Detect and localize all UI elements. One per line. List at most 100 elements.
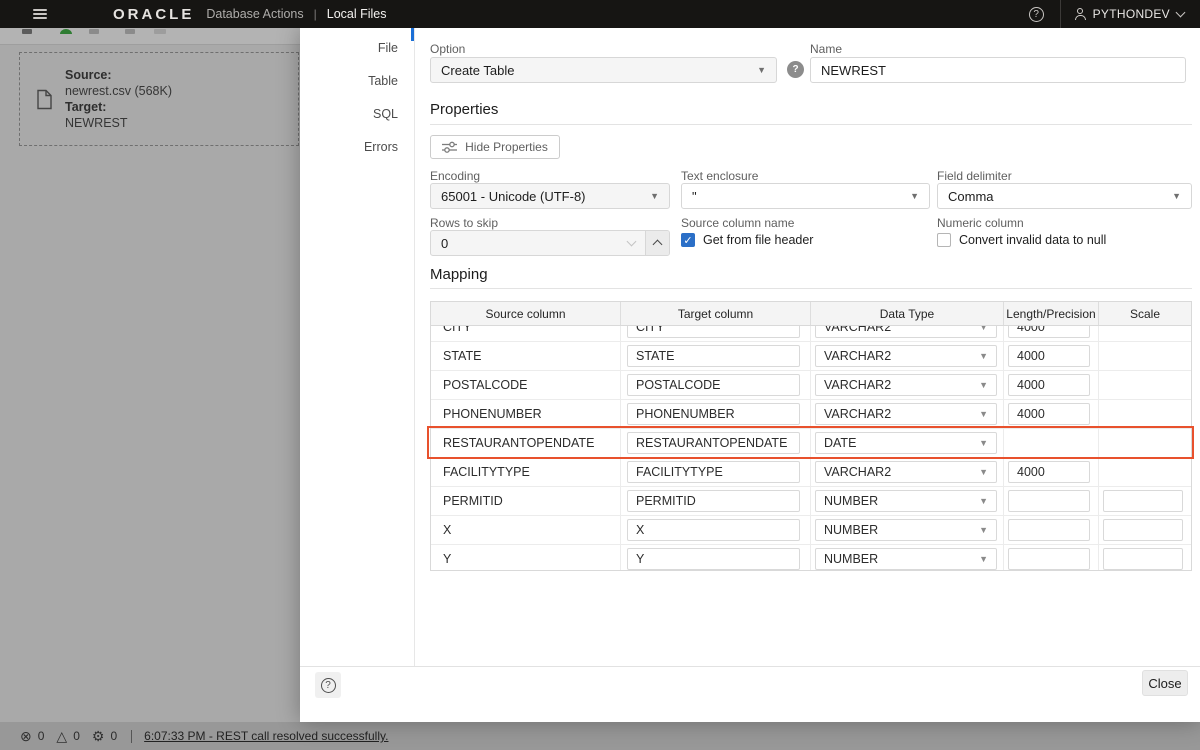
target-column-input[interactable]: PHONENUMBER [627, 403, 800, 425]
field-delimiter-value: Comma [948, 189, 994, 204]
length-precision-input[interactable]: 4000 [1008, 345, 1090, 367]
length-precision-input[interactable]: 4000 [1008, 326, 1090, 338]
scale-input[interactable] [1103, 548, 1183, 570]
data-type-select[interactable]: VARCHAR2 ▼ [815, 403, 997, 425]
dropdown-caret-icon: ▼ [979, 496, 988, 506]
convert-invalid-data-checkbox[interactable] [937, 233, 951, 247]
convert-invalid-data-label: Convert invalid data to null [959, 233, 1106, 247]
target-column-input[interactable]: RESTAURANTOPENDATE [627, 432, 800, 454]
chevron-down-icon [1176, 7, 1186, 17]
encoding-label: Encoding [430, 169, 480, 183]
length-precision-input[interactable] [1008, 519, 1090, 541]
target-column-input[interactable]: STATE [627, 345, 800, 367]
mapping-heading: Mapping [430, 266, 488, 283]
dropdown-caret-icon: ▼ [979, 525, 988, 535]
table-row: POSTALCODE POSTALCODE VARCHAR2 ▼ 4000 [431, 371, 1191, 400]
data-type-select[interactable]: VARCHAR2 ▼ [815, 326, 997, 338]
source-column-cell: CITY [431, 326, 471, 334]
get-from-file-header-checkbox[interactable]: ✓ [681, 233, 695, 247]
data-type-value: VARCHAR2 [824, 349, 891, 363]
encoding-select[interactable]: 65001 - Unicode (UTF-8) ▼ [430, 183, 670, 209]
field-delimiter-label: Field delimiter [937, 169, 1012, 183]
dropdown-caret-icon: ▼ [757, 65, 766, 75]
scale-input[interactable] [1103, 519, 1183, 541]
stepper-up-button[interactable] [645, 231, 669, 255]
target-column-input[interactable]: PERMITID [627, 490, 800, 512]
hamburger-menu-icon[interactable] [33, 9, 47, 19]
close-button[interactable]: Close [1142, 670, 1188, 696]
help-icon[interactable]: ? [1029, 7, 1044, 22]
errors-count-icon[interactable]: ⊗ [20, 729, 32, 743]
table-name-input[interactable]: NEWREST [810, 57, 1186, 83]
user-menu[interactable]: PYTHONDEV [1061, 7, 1200, 21]
header-scale: Scale [1099, 302, 1191, 325]
data-type-select[interactable]: VARCHAR2 ▼ [815, 374, 997, 396]
table-row: PERMITID PERMITID NUMBER ▼ [431, 487, 1191, 516]
warnings-count: 0 [73, 729, 80, 743]
toolbar-icon-remnant [60, 29, 72, 34]
length-precision-input[interactable]: 4000 [1008, 374, 1090, 396]
text-enclosure-select[interactable]: " ▼ [681, 183, 930, 209]
data-type-value: NUMBER [824, 523, 878, 537]
option-label: Option [430, 42, 465, 56]
tab-sql[interactable]: SQL [300, 106, 398, 139]
tab-file[interactable]: File [300, 40, 398, 73]
statusbar-message-link[interactable]: 6:07:33 PM - REST call resolved successf… [144, 729, 388, 743]
data-type-select[interactable]: NUMBER ▼ [815, 548, 997, 570]
data-load-card: Source: newrest.csv (568K) Target: NEWRE… [19, 52, 299, 146]
tab-table[interactable]: Table [300, 73, 398, 106]
encoding-value: 65001 - Unicode (UTF-8) [441, 189, 586, 204]
target-column-input[interactable]: POSTALCODE [627, 374, 800, 396]
target-column-input[interactable]: CITY [627, 326, 800, 338]
length-precision-input[interactable] [1008, 490, 1090, 512]
length-precision-input[interactable] [1008, 548, 1090, 570]
option-select[interactable]: Create Table ▼ [430, 57, 777, 83]
data-type-select[interactable]: DATE ▼ [815, 432, 997, 454]
data-type-value: VARCHAR2 [824, 465, 891, 479]
user-icon [1075, 8, 1086, 20]
dialog-footer-divider [300, 666, 1200, 667]
dropdown-caret-icon: ▼ [979, 351, 988, 361]
stepper-down-icon[interactable] [627, 237, 637, 247]
warnings-count-icon[interactable]: △ [56, 729, 67, 743]
scrollbar-thumb[interactable] [411, 28, 414, 41]
dropdown-caret-icon: ▼ [979, 467, 988, 477]
source-column-cell: X [431, 523, 451, 537]
data-type-select[interactable]: NUMBER ▼ [815, 519, 997, 541]
mapping-table: Source column Target column Data Type Le… [430, 301, 1192, 571]
table-row: X X NUMBER ▼ [431, 516, 1191, 545]
hide-properties-button[interactable]: Hide Properties [430, 135, 560, 159]
mapping-rule [430, 288, 1192, 289]
processes-gear-icon[interactable]: ⚙ [92, 729, 105, 743]
sidebar-divider [414, 28, 415, 667]
field-delimiter-select[interactable]: Comma ▼ [937, 183, 1192, 209]
tab-errors[interactable]: Errors [300, 139, 398, 172]
table-row: FACILITYTYPE FACILITYTYPE VARCHAR2 ▼ 400… [431, 458, 1191, 487]
target-column-input[interactable]: Y [627, 548, 800, 570]
dialog-help-button[interactable]: ? [315, 672, 341, 698]
source-column-cell: FACILITYTYPE [431, 465, 530, 479]
data-type-value: NUMBER [824, 552, 878, 566]
rows-to-skip-stepper[interactable]: 0 [430, 230, 670, 256]
length-precision-input[interactable]: 4000 [1008, 403, 1090, 425]
dialog-tab-list: File Table SQL Errors [300, 40, 398, 172]
dropdown-caret-icon: ▼ [1172, 191, 1181, 201]
data-type-select[interactable]: VARCHAR2 ▼ [815, 461, 997, 483]
mapping-table-body: CITY CITY VARCHAR2 ▼ 4000 STATE STATE VA… [431, 326, 1191, 570]
target-column-input[interactable]: FACILITYTYPE [627, 461, 800, 483]
source-column-cell: POSTALCODE [431, 378, 528, 392]
source-column-cell: Y [431, 552, 451, 566]
data-type-select[interactable]: NUMBER ▼ [815, 490, 997, 512]
toolbar-icon-remnant [154, 29, 166, 34]
length-precision-input[interactable]: 4000 [1008, 461, 1090, 483]
target-column-input[interactable]: X [627, 519, 800, 541]
card-target-value: NEWREST [65, 115, 172, 131]
data-type-select[interactable]: VARCHAR2 ▼ [815, 345, 997, 367]
hide-properties-label: Hide Properties [465, 140, 548, 154]
toolbar-icon-remnant [125, 29, 135, 34]
scale-input[interactable] [1103, 490, 1183, 512]
header-data-type: Data Type [811, 302, 1004, 325]
sliders-icon [442, 141, 457, 153]
option-help-icon[interactable]: ? [787, 61, 804, 78]
data-type-value: DATE [824, 436, 856, 450]
